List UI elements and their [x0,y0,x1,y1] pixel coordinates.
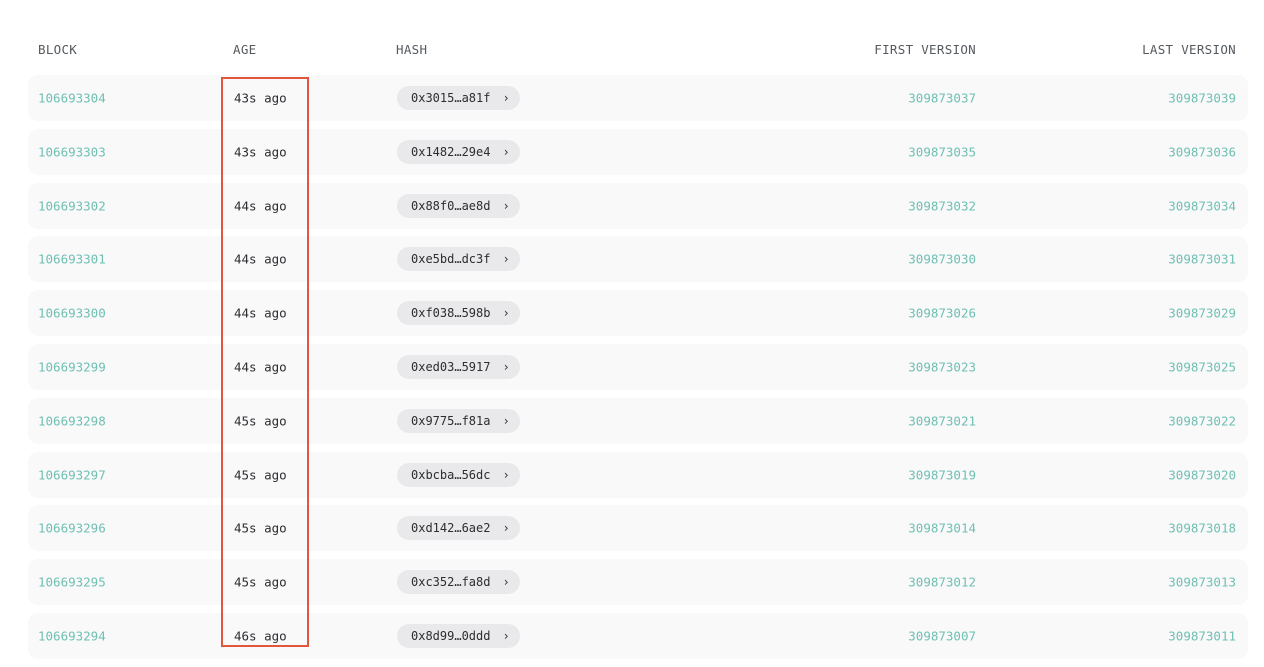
first-version-link[interactable]: 309873037 [908,91,976,106]
column-header-age: AGE [233,42,257,57]
block-link[interactable]: 106693295 [38,575,106,590]
chevron-right-icon: › [502,198,510,213]
hash-pill[interactable]: 0xf038…598b › [397,301,520,326]
table-body: 106693304 43s ago 0x3015…a81f › 30987303… [28,75,1248,659]
first-version-link[interactable]: 309873019 [908,467,976,482]
hash-value: 0xd142…6ae2 [411,521,491,536]
hash-value: 0x9775…f81a [411,413,491,428]
table-row[interactable]: 106693300 44s ago 0xf038…598b › 30987302… [28,290,1248,337]
first-version-link[interactable]: 309873021 [908,413,976,428]
age-value: 44s ago [234,359,287,375]
first-version-link[interactable]: 309873007 [908,628,976,643]
table-row[interactable]: 106693303 43s ago 0x1482…29e4 › 30987303… [28,128,1248,175]
first-version-link[interactable]: 309873023 [908,359,976,374]
hash-value: 0x3015…a81f [411,91,491,105]
block-link[interactable]: 106693304 [38,91,106,106]
chevron-right-icon: › [502,467,510,482]
hash-value: 0xe5bd…dc3f [411,252,491,267]
chevron-right-icon: › [502,521,510,536]
blocks-table: BLOCK AGE HASH FIRST VERSION LAST VERSIO… [28,0,1248,667]
hash-pill[interactable]: 0xed03…5917 › [397,354,520,379]
chevron-right-icon: › [502,628,510,643]
column-header-hash: HASH [396,42,428,57]
last-version-link[interactable]: 309873039 [1168,91,1236,106]
last-version-link[interactable]: 309873029 [1168,306,1236,321]
age-value: 46s ago [234,628,287,644]
chevron-right-icon: › [502,144,510,159]
hash-pill[interactable]: 0xe5bd…dc3f › [397,247,520,272]
hash-value: 0xbcba…56dc [411,467,491,482]
age-value: 45s ago [234,467,287,483]
column-header-block: BLOCK [38,42,78,57]
hash-pill[interactable]: 0xc352…fa8d › [397,570,520,595]
hash-value: 0xc352…fa8d [411,575,491,590]
column-header-last-version: LAST VERSION [1142,42,1236,57]
age-value: 45s ago [234,413,287,429]
hash-value: 0xf038…598b [411,306,491,321]
last-version-link[interactable]: 309873018 [1168,521,1236,536]
hash-pill[interactable]: 0xbcba…56dc › [397,462,520,487]
table-row[interactable]: 106693295 45s ago 0xc352…fa8d › 30987301… [28,559,1248,606]
age-value: 43s ago [234,144,287,160]
first-version-link[interactable]: 309873014 [908,521,976,536]
block-link[interactable]: 106693301 [38,252,106,267]
hash-value: 0x8d99…0ddd [411,628,491,643]
block-link[interactable]: 106693298 [38,413,106,428]
hash-pill[interactable]: 0x1482…29e4 › [397,139,520,164]
first-version-link[interactable]: 309873026 [908,306,976,321]
chevron-right-icon: › [502,306,510,321]
age-value: 45s ago [234,574,287,590]
hash-value: 0xed03…5917 [411,359,491,374]
last-version-link[interactable]: 309873011 [1168,628,1236,643]
last-version-link[interactable]: 309873022 [1168,413,1236,428]
last-version-link[interactable]: 309873036 [1168,144,1236,159]
column-header-first-version: FIRST VERSION [874,42,976,57]
last-version-link[interactable]: 309873031 [1168,252,1236,267]
block-link[interactable]: 106693296 [38,521,106,536]
first-version-link[interactable]: 309873032 [908,198,976,213]
block-link[interactable]: 106693302 [38,198,106,213]
table-row[interactable]: 106693301 44s ago 0xe5bd…dc3f › 30987303… [28,236,1248,283]
table-row[interactable]: 106693304 43s ago 0x3015…a81f › 30987303… [28,75,1248,121]
block-link[interactable]: 106693303 [38,144,106,159]
table-row[interactable]: 106693299 44s ago 0xed03…5917 › 30987302… [28,343,1248,390]
last-version-link[interactable]: 309873025 [1168,359,1236,374]
table-row[interactable]: 106693302 44s ago 0x88f0…ae8d › 30987303… [28,182,1248,229]
table-row[interactable]: 106693298 45s ago 0x9775…f81a › 30987302… [28,397,1248,444]
table-header: BLOCK AGE HASH FIRST VERSION LAST VERSIO… [28,0,1248,75]
chevron-right-icon: › [502,359,510,374]
last-version-link[interactable]: 309873013 [1168,575,1236,590]
hash-pill[interactable]: 0x9775…f81a › [397,408,520,433]
hash-pill[interactable]: 0x8d99…0ddd › [397,623,520,648]
last-version-link[interactable]: 309873020 [1168,467,1236,482]
table-row[interactable]: 106693296 45s ago 0xd142…6ae2 › 30987301… [28,505,1248,552]
hash-pill[interactable]: 0x3015…a81f › [397,86,520,110]
hash-pill[interactable]: 0xd142…6ae2 › [397,516,520,541]
table-row[interactable]: 106693294 46s ago 0x8d99…0ddd › 30987300… [28,612,1248,659]
hash-pill[interactable]: 0x88f0…ae8d › [397,193,520,218]
first-version-link[interactable]: 309873035 [908,144,976,159]
block-link[interactable]: 106693300 [38,306,106,321]
hash-value: 0x1482…29e4 [411,144,491,159]
chevron-right-icon: › [502,413,510,428]
table-row[interactable]: 106693297 45s ago 0xbcba…56dc › 30987301… [28,451,1248,498]
hash-value: 0x88f0…ae8d [411,198,491,213]
age-value: 44s ago [234,251,287,267]
chevron-right-icon: › [502,91,510,105]
age-value: 44s ago [234,305,287,321]
age-value: 45s ago [234,520,287,536]
first-version-link[interactable]: 309873030 [908,252,976,267]
block-link[interactable]: 106693297 [38,467,106,482]
last-version-link[interactable]: 309873034 [1168,198,1236,213]
block-link[interactable]: 106693294 [38,628,106,643]
chevron-right-icon: › [502,575,510,590]
age-value: 43s ago [234,90,287,106]
age-value: 44s ago [234,198,287,214]
chevron-right-icon: › [502,252,510,267]
first-version-link[interactable]: 309873012 [908,575,976,590]
block-link[interactable]: 106693299 [38,359,106,374]
